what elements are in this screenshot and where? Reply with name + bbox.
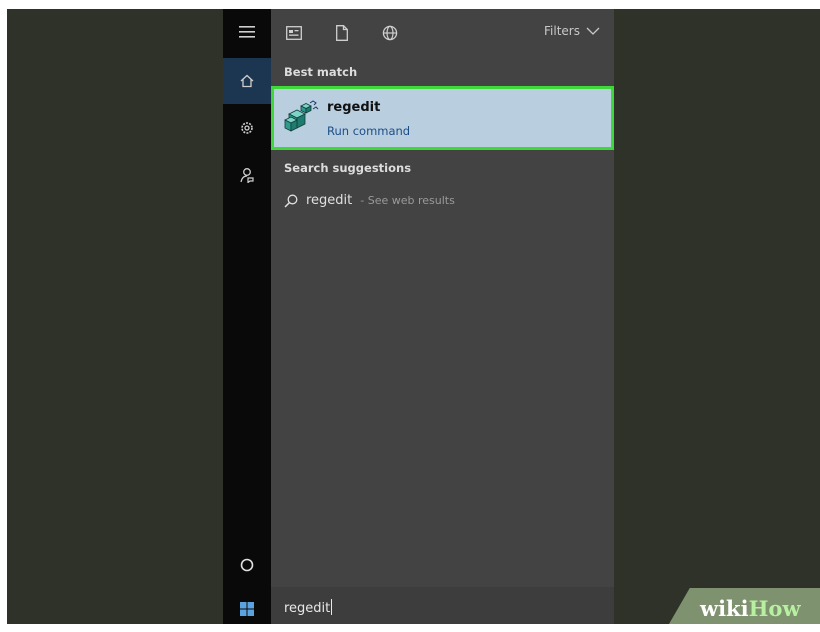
search-input[interactable]: regedit (284, 599, 333, 616)
menu-button[interactable] (223, 9, 271, 55)
start-menu-rail (223, 9, 271, 624)
watermark-part-1: wiki (700, 596, 749, 621)
chevron-down-icon (586, 27, 600, 35)
web-icon (382, 25, 398, 41)
regedit-icon (284, 100, 319, 132)
windows-start-icon (240, 602, 254, 616)
search-panel: Filters Best match regedit Run command S… (271, 9, 614, 624)
best-match-heading: Best match (284, 65, 358, 79)
search-toolbar: Filters (271, 9, 614, 57)
home-icon (240, 74, 254, 88)
wikihow-watermark: wikiHow (700, 596, 801, 621)
cortana-icon (240, 558, 254, 572)
watermark-part-2: How (748, 596, 801, 621)
best-match-result[interactable]: regedit Run command (271, 86, 614, 150)
feedback-button[interactable] (223, 152, 271, 198)
settings-button[interactable] (223, 105, 271, 151)
document-icon (336, 25, 348, 41)
search-suggestions-heading: Search suggestions (284, 161, 412, 175)
web-suggestion-item[interactable]: regedit - See web results (284, 193, 455, 208)
menu-icon (239, 26, 255, 38)
home-button[interactable] (223, 58, 271, 104)
search-input-text: regedit (284, 601, 331, 616)
search-box[interactable]: regedit (271, 587, 614, 624)
filters-label: Filters (544, 24, 580, 38)
feedback-icon (240, 168, 254, 183)
best-match-title: regedit (327, 100, 381, 115)
filters-dropdown[interactable]: Filters (544, 24, 600, 38)
suggestion-hint: - See web results (360, 194, 455, 207)
apps-icon (286, 26, 302, 40)
apps-filter-button[interactable] (284, 23, 304, 43)
settings-icon (241, 122, 253, 134)
best-match-subtitle: Run command (327, 124, 411, 138)
cortana-button[interactable] (223, 542, 271, 588)
search-icon (284, 194, 298, 208)
text-caret (331, 599, 333, 615)
documents-filter-button[interactable] (332, 23, 352, 43)
start-button[interactable] (223, 586, 271, 632)
web-filter-button[interactable] (380, 23, 400, 43)
suggestion-query: regedit (306, 193, 353, 208)
